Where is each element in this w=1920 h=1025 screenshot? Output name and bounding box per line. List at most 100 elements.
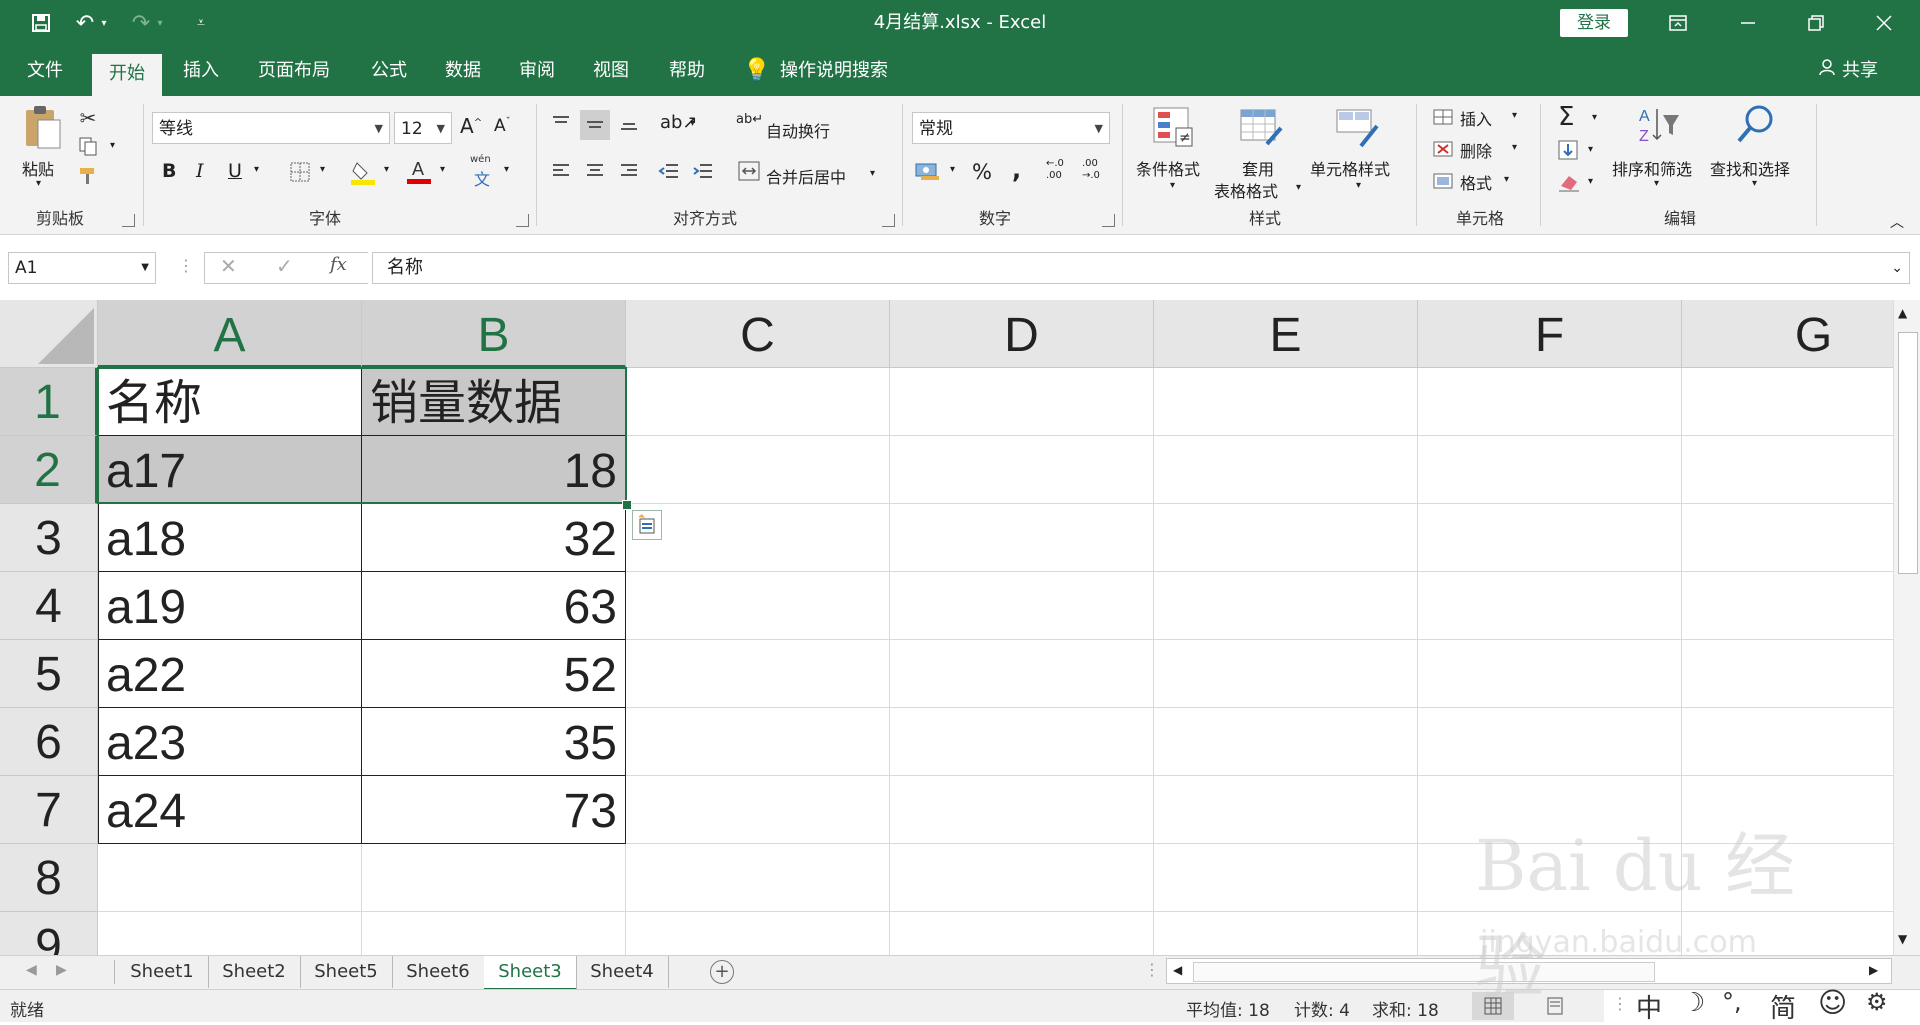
cell-b7[interactable]: 73 bbox=[362, 776, 626, 844]
restore-icon[interactable] bbox=[1796, 8, 1836, 38]
font-launcher-icon[interactable] bbox=[516, 214, 529, 227]
align-middle-icon[interactable] bbox=[580, 110, 610, 140]
cell-a7[interactable]: a24 bbox=[98, 776, 362, 844]
delete-cells-icon[interactable] bbox=[1432, 138, 1454, 160]
column-header-g[interactable]: G bbox=[1682, 300, 1893, 368]
phonetic-dropdown-icon[interactable]: ▾ bbox=[504, 164, 509, 175]
fill-icon[interactable] bbox=[1556, 138, 1580, 162]
undo-dropdown-icon[interactable]: ▾ bbox=[96, 8, 112, 38]
tab-formulas[interactable]: 公式 bbox=[356, 46, 422, 96]
column-header-a[interactable]: A bbox=[98, 300, 362, 368]
phonetic-guide-icon[interactable]: 文 bbox=[474, 166, 490, 190]
sheet-tab-sheet2[interactable]: Sheet2 bbox=[208, 956, 301, 988]
row-header-2[interactable]: 2 bbox=[0, 436, 98, 504]
cell-b3[interactable]: 32 bbox=[362, 504, 626, 572]
conditional-formatting-icon[interactable]: ≠ bbox=[1150, 104, 1196, 150]
find-select-label[interactable]: 查找和选择 bbox=[1710, 156, 1790, 180]
italic-button[interactable]: I bbox=[196, 160, 204, 182]
conditional-formatting-label[interactable]: 条件格式 bbox=[1136, 156, 1200, 180]
sort-filter-label[interactable]: 排序和筛选 bbox=[1612, 156, 1692, 180]
insert-cells-button[interactable]: 插入 bbox=[1460, 106, 1492, 130]
row-header-5[interactable]: 5 bbox=[0, 640, 98, 708]
sheet-scroll-right-icon[interactable]: ▶ bbox=[56, 962, 67, 978]
cancel-icon[interactable]: ✕ bbox=[220, 254, 237, 278]
cell-b1[interactable]: 销量数据 bbox=[362, 368, 626, 436]
minimize-icon[interactable] bbox=[1728, 8, 1768, 38]
fill-dropdown-icon[interactable]: ▾ bbox=[1588, 144, 1593, 155]
row-header-6[interactable]: 6 bbox=[0, 708, 98, 776]
merge-center-icon[interactable] bbox=[736, 158, 762, 184]
share-button[interactable]: 共享 bbox=[1818, 46, 1878, 96]
wrap-text-button[interactable]: 自动换行 bbox=[766, 118, 830, 142]
table-format-dropdown-icon[interactable]: ▾ bbox=[1296, 182, 1301, 193]
customize-toolbar-icon[interactable]: ⩡ bbox=[186, 8, 216, 38]
paste-icon[interactable] bbox=[20, 104, 66, 150]
cell-a5[interactable]: a22 bbox=[98, 640, 362, 708]
column-header-f[interactable]: F bbox=[1418, 300, 1682, 368]
borders-dropdown-icon[interactable]: ▾ bbox=[320, 164, 325, 175]
cell-a4[interactable]: a19 bbox=[98, 572, 362, 640]
cell-a2[interactable]: a17 bbox=[98, 436, 362, 504]
column-header-d[interactable]: D bbox=[890, 300, 1154, 368]
column-header-c[interactable]: C bbox=[626, 300, 890, 368]
clear-icon[interactable] bbox=[1556, 170, 1582, 194]
delete-cells-button[interactable]: 删除 bbox=[1460, 138, 1492, 162]
autosum-dropdown-icon[interactable]: ▾ bbox=[1592, 112, 1597, 123]
name-box[interactable]: A1 ▼ bbox=[8, 252, 156, 284]
sheet-scroll-left-icon[interactable]: ◀ bbox=[26, 962, 37, 978]
ime-punctuation-icon[interactable]: °, bbox=[1722, 988, 1742, 1016]
percent-button[interactable]: % bbox=[972, 160, 992, 184]
orientation-dropdown-icon[interactable]: ▾ bbox=[690, 118, 695, 129]
bold-button[interactable]: B bbox=[162, 160, 176, 182]
cell-b6[interactable]: 35 bbox=[362, 708, 626, 776]
find-select-dropdown-icon[interactable]: ▾ bbox=[1752, 178, 1757, 189]
increase-font-icon[interactable]: A^ bbox=[460, 114, 482, 138]
tab-help[interactable]: 帮助 bbox=[654, 46, 720, 96]
format-dropdown-icon[interactable]: ▾ bbox=[1504, 174, 1509, 185]
underline-dropdown-icon[interactable]: ▾ bbox=[254, 164, 259, 175]
font-size-dropdown[interactable]: 12 ▼ bbox=[394, 112, 452, 144]
increase-indent-icon[interactable] bbox=[690, 158, 716, 184]
format-painter-icon[interactable] bbox=[76, 164, 100, 188]
normal-view-icon[interactable] bbox=[1472, 992, 1514, 1020]
paste-dropdown-icon[interactable]: ▾ bbox=[36, 178, 41, 189]
sheet-tab-sheet1[interactable]: Sheet1 bbox=[116, 956, 209, 988]
paste-label[interactable]: 粘贴 bbox=[22, 156, 54, 180]
split-handle-icon[interactable]: ⋮ bbox=[1144, 960, 1160, 979]
formula-input[interactable]: 名称 ⌄ bbox=[372, 252, 1910, 284]
sheet-tab-sheet4[interactable]: Sheet4 bbox=[576, 956, 669, 988]
align-bottom-icon[interactable] bbox=[616, 110, 642, 136]
insert-dropdown-icon[interactable]: ▾ bbox=[1512, 110, 1517, 121]
autosum-icon[interactable]: Σ bbox=[1558, 102, 1574, 132]
worksheet-grid[interactable]: A B C D E F G 1 2 3 4 5 6 7 8 9 名称 销量数据 … bbox=[0, 300, 1893, 955]
cell-a1[interactable]: 名称 bbox=[98, 368, 362, 436]
ime-chinese-mode-icon[interactable]: 中 bbox=[1636, 988, 1662, 1025]
enter-icon[interactable]: ✓ bbox=[276, 254, 293, 278]
conditional-dropdown-icon[interactable]: ▾ bbox=[1170, 180, 1175, 191]
horizontal-scroll-thumb[interactable] bbox=[1193, 962, 1655, 982]
tab-file[interactable]: 文件 bbox=[10, 46, 80, 96]
wrap-text-icon[interactable]: ab↵ bbox=[736, 112, 763, 127]
align-center-icon[interactable] bbox=[582, 158, 608, 184]
collapse-ribbon-icon[interactable]: ︿ bbox=[1890, 212, 1904, 232]
cell-styles-dropdown-icon[interactable]: ▾ bbox=[1356, 180, 1361, 191]
vertical-scrollbar[interactable]: ▲ ▼ bbox=[1893, 300, 1920, 955]
cell-styles-icon[interactable] bbox=[1334, 104, 1380, 150]
format-as-table-label-1[interactable]: 套用 bbox=[1242, 156, 1274, 180]
format-as-table-icon[interactable] bbox=[1238, 104, 1284, 150]
alignment-launcher-icon[interactable] bbox=[882, 214, 895, 227]
login-button[interactable]: 登录 bbox=[1560, 9, 1628, 37]
format-as-table-label-2[interactable]: 表格格式 bbox=[1214, 178, 1278, 202]
close-icon[interactable] bbox=[1864, 8, 1904, 38]
row-header-3[interactable]: 3 bbox=[0, 504, 98, 572]
tab-review[interactable]: 审阅 bbox=[504, 46, 570, 96]
number-launcher-icon[interactable] bbox=[1102, 214, 1115, 227]
borders-icon[interactable] bbox=[288, 160, 312, 184]
cell-a3[interactable]: a18 bbox=[98, 504, 362, 572]
cell-b4[interactable]: 63 bbox=[362, 572, 626, 640]
expand-formula-bar-icon[interactable]: ⌄ bbox=[1891, 253, 1903, 283]
insert-function-button[interactable]: fx bbox=[330, 254, 347, 275]
clipboard-launcher-icon[interactable] bbox=[122, 214, 135, 227]
sheet-tab-sheet3[interactable]: Sheet3 bbox=[484, 956, 577, 991]
find-select-icon[interactable] bbox=[1732, 102, 1778, 148]
